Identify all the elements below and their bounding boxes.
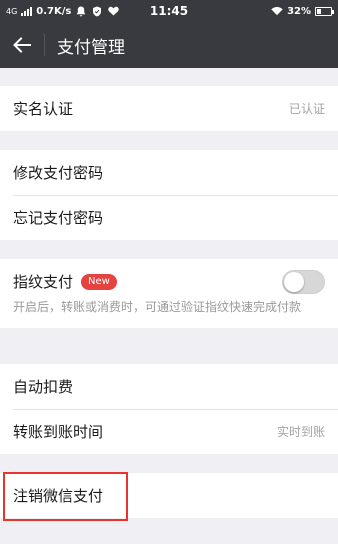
transfer-time-value: 实时到账	[276, 425, 325, 439]
arrow-left-icon	[13, 37, 31, 53]
identity-section: 实名认证 已认证	[0, 86, 338, 131]
notification-bell-icon	[75, 5, 87, 17]
status-bar: 4G 0.7K/s 11:45 32%	[0, 0, 338, 22]
fingerprint-toggle[interactable]	[282, 269, 325, 294]
real-name-verification-item[interactable]: 实名认证 已认证	[0, 86, 338, 131]
auto-deduction-item[interactable]: 自动扣费	[0, 364, 338, 409]
password-section: 修改支付密码 忘记支付密码	[0, 150, 338, 240]
header-divider	[44, 34, 45, 56]
forgot-password-label: 忘记支付密码	[13, 209, 104, 227]
fingerprint-pay-label: 指纹支付	[13, 273, 74, 291]
deduction-section: 自动扣费 转账到账时间 实时到账	[0, 364, 338, 454]
transfer-time-label: 转账到账时间	[13, 423, 104, 441]
network-type: 4G	[6, 6, 18, 16]
change-password-item[interactable]: 修改支付密码	[0, 150, 338, 195]
change-password-label: 修改支付密码	[13, 164, 104, 182]
page-title: 支付管理	[57, 37, 125, 58]
wifi-icon	[271, 5, 283, 17]
forgot-password-item[interactable]: 忘记支付密码	[0, 195, 338, 240]
battery-percent: 32%	[287, 5, 311, 17]
verification-status: 已认证	[288, 102, 325, 116]
fingerprint-pay-item: 指纹支付 New	[0, 259, 338, 304]
real-name-label: 实名认证	[13, 100, 74, 118]
highlight-box	[3, 472, 128, 521]
back-button[interactable]	[0, 22, 44, 68]
signal-icon	[21, 6, 33, 16]
transfer-time-item[interactable]: 转账到账时间 实时到账	[0, 409, 338, 454]
heart-shield-icon	[107, 5, 119, 17]
network-speed: 0.7K/s	[36, 5, 72, 17]
shield-icon	[91, 5, 103, 17]
auto-deduction-label: 自动扣费	[13, 378, 74, 396]
new-badge: New	[81, 273, 117, 290]
title-bar: 支付管理	[0, 22, 338, 68]
battery-icon	[315, 6, 334, 16]
fingerprint-section: 指纹支付 New 开启后，转账或消费时，可通过验证指纹快速完成付款	[0, 259, 338, 328]
